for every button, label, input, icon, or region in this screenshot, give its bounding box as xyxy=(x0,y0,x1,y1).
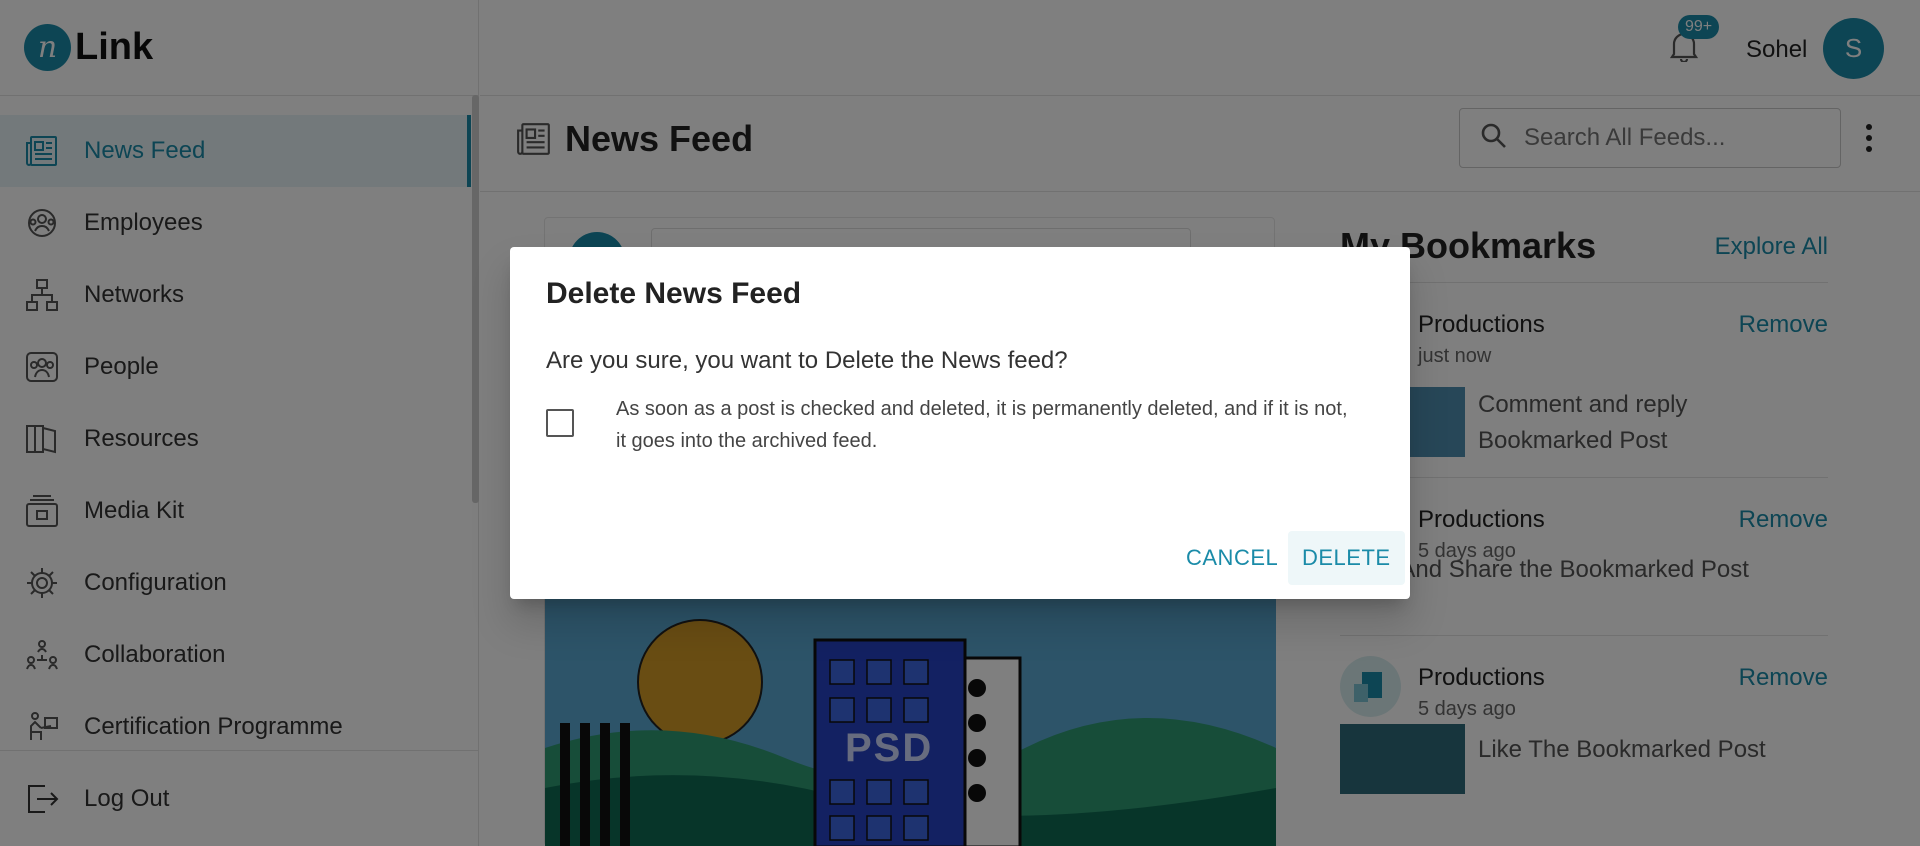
delete-dialog: Delete News Feed Are you sure, you want … xyxy=(510,247,1410,599)
cancel-button[interactable]: CANCEL xyxy=(1172,531,1292,585)
delete-button[interactable]: DELETE xyxy=(1288,531,1405,585)
dialog-title: Delete News Feed xyxy=(546,277,802,310)
permanent-delete-checkbox[interactable] xyxy=(546,409,574,437)
checkbox-description: As soon as a post is checked and deleted… xyxy=(616,398,1348,452)
dialog-question: Are you sure, you want to Delete the New… xyxy=(546,347,1068,374)
